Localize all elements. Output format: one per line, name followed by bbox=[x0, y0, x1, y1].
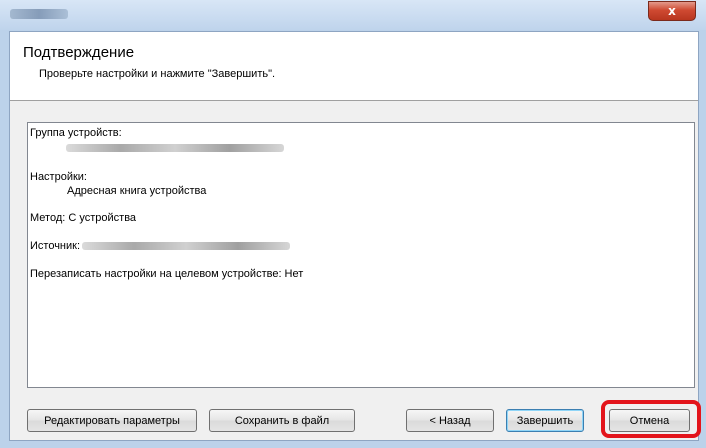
cancel-button[interactable]: Отмена bbox=[609, 409, 690, 432]
save-to-file-button[interactable]: Сохранить в файл bbox=[209, 409, 355, 432]
close-button[interactable]: x bbox=[648, 1, 696, 21]
source-label: Источник: bbox=[30, 240, 81, 252]
title-bar: x bbox=[0, 0, 706, 30]
settings-label: Настройки: bbox=[30, 171, 87, 183]
dialog-client-area: Подтверждение Проверьте настройки и нажм… bbox=[9, 31, 701, 441]
settings-value: Адресная книга устройства bbox=[67, 185, 207, 197]
device-group-value-redacted bbox=[66, 144, 284, 152]
device-group-label: Группа устройств: bbox=[30, 127, 122, 139]
page-subtitle: Проверьте настройки и нажмите "Завершить… bbox=[39, 68, 276, 80]
method-line: Метод: С устройства bbox=[30, 212, 137, 224]
summary-panel[interactable]: Группа устройств: Настройки: Адресная кн… bbox=[27, 122, 695, 388]
finish-button[interactable]: Завершить bbox=[506, 409, 584, 432]
window-title-redacted bbox=[10, 9, 68, 19]
wizard-header: Подтверждение Проверьте настройки и нажм… bbox=[10, 32, 698, 101]
back-button[interactable]: < Назад bbox=[406, 409, 494, 432]
dialog-window: x Подтверждение Проверьте настройки и на… bbox=[0, 0, 706, 448]
edit-parameters-button[interactable]: Редактировать параметры bbox=[27, 409, 197, 432]
overwrite-line: Перезаписать настройки на целевом устрой… bbox=[30, 268, 304, 280]
page-title: Подтверждение bbox=[23, 44, 135, 61]
source-value-redacted bbox=[82, 242, 290, 250]
